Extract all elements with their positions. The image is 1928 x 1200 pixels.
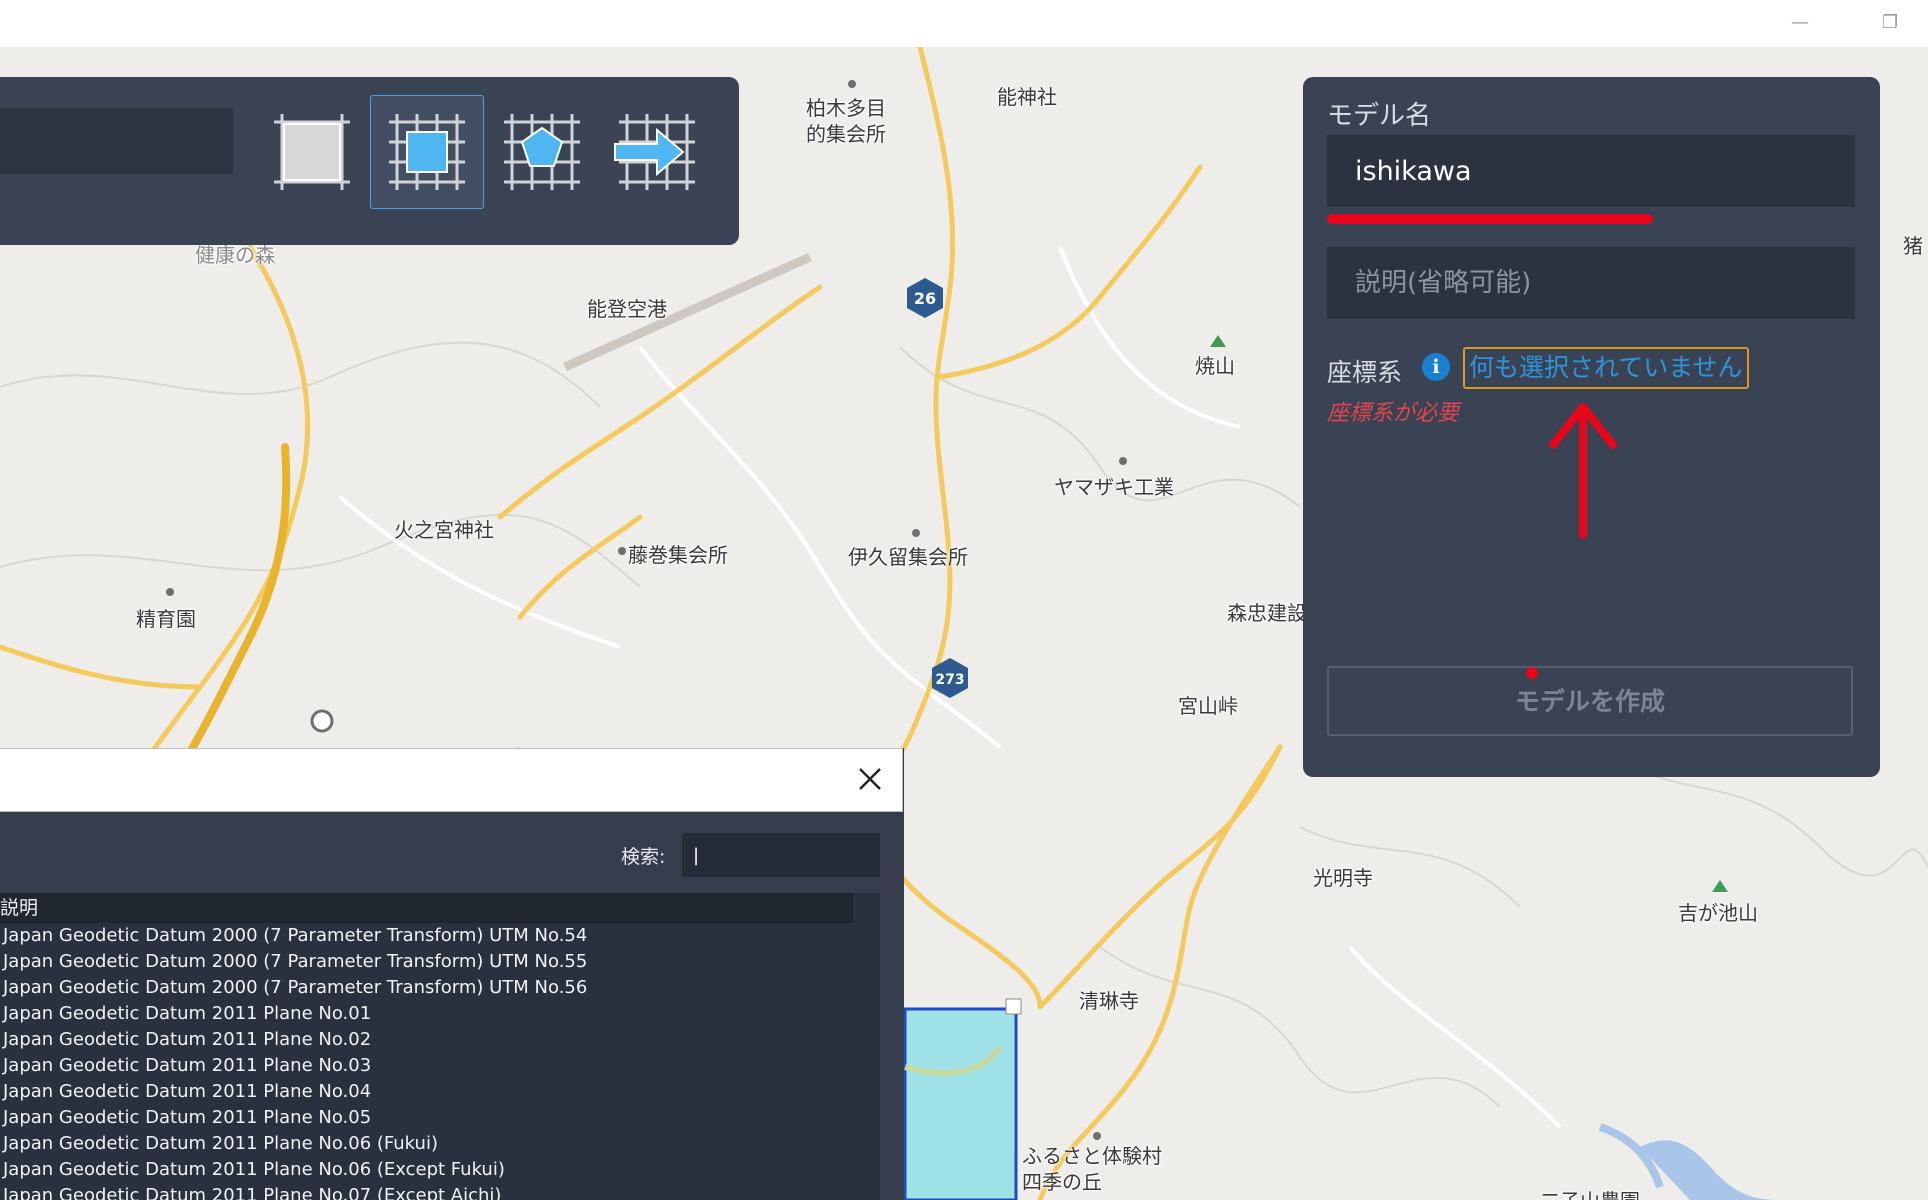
rectangle-select-icon [389,114,465,190]
minimize-button[interactable]: — [1780,8,1820,38]
polygon-select-icon [504,114,580,190]
map-label: 能神社 [997,85,1057,109]
svg-text:273: 273 [935,672,964,688]
list-item[interactable]: Japan Geodetic Datum 2011 Plane No.01 [0,1001,853,1027]
coordinate-system-label: 座標系 [1327,358,1403,387]
annotation-arrow-up-icon [1549,403,1617,539]
search-input[interactable] [682,833,880,877]
restore-window-button[interactable]: ❐ [1870,8,1910,38]
coordinate-system-rows: Japan Geodetic Datum 2000 (7 Parameter T… [0,923,853,1200]
model-name-input[interactable] [1327,135,1855,207]
list-item[interactable]: Japan Geodetic Datum 2011 Plane No.07 (E… [0,1183,853,1200]
create-model-button[interactable]: モデルを作成 [1327,666,1853,736]
map-label: 光明寺 [1313,866,1373,890]
list-item[interactable]: Japan Geodetic Datum 2011 Plane No.02 [0,1027,853,1053]
map-label: 森忠建設 [1227,601,1307,625]
full-extent-tool-button[interactable] [255,95,369,209]
window-title-bar: — ❐ [0,0,1928,47]
list-item[interactable]: Japan Geodetic Datum 2000 (7 Parameter T… [0,975,853,1001]
offset-tool-button[interactable] [600,95,714,209]
route-shield-26: 26 [907,278,943,318]
list-item[interactable]: Japan Geodetic Datum 2011 Plane No.03 [0,1053,853,1079]
map-label: ヤマザキ工業 [1054,475,1174,499]
map-label: 柏木多目 的集会所 [806,96,886,146]
polygon-tool-button[interactable] [485,95,599,209]
info-icon[interactable]: i [1422,353,1450,381]
create-model-panel: モデル名 座標系 i 何も選択されていません 座標系が必要 モデルを作成 [1303,77,1880,777]
map-label: 猪 [1903,234,1923,258]
list-item[interactable]: Japan Geodetic Datum 2000 (7 Parameter T… [0,949,853,975]
map-label: 藤巻集会所 [628,543,728,567]
coordinate-system-dialog: 検索: 説明 Japan Geodetic Datum 2000 (7 Para… [0,748,904,1200]
extent-name-field[interactable] [0,108,233,174]
coordinate-system-error: 座標系が必要 [1327,401,1460,426]
map-label: 二子山農園 [1540,1185,1640,1200]
arrow-grid-icon [614,114,695,190]
map-label: 伊久留集会所 [848,545,968,569]
list-item[interactable]: Japan Geodetic Datum 2011 Plane No.06 (E… [0,1157,853,1183]
route-shield-273: 273 [932,658,968,698]
search-label: 検索: [621,846,666,868]
map-label: 宮山峠 [1178,694,1238,718]
list-item[interactable]: Japan Geodetic Datum 2011 Plane No.05 [0,1105,853,1131]
model-description-input[interactable] [1327,247,1855,319]
close-icon[interactable] [854,763,886,795]
map-label: 焼山 [1195,354,1235,378]
coordinate-system-select-link[interactable]: 何も選択されていません [1463,347,1749,389]
dialog-header [0,748,903,812]
column-header-description[interactable]: 説明 [0,893,853,923]
map-label: 精育園 [136,607,196,631]
map-label: 清琳寺 [1079,989,1139,1013]
map-label: 火之宮神社 [394,518,494,542]
annotation-underline [1327,214,1653,224]
list-item[interactable]: Japan Geodetic Datum 2011 Plane No.06 (F… [0,1131,853,1157]
list-item[interactable]: Japan Geodetic Datum 2000 (7 Parameter T… [0,923,853,949]
model-name-label: モデル名 [1327,101,1432,131]
annotation-dot [1526,667,1538,679]
extent-tool-panel [0,77,739,245]
rectangle-tool-button[interactable] [370,95,484,209]
map-label: 吉が池山 [1678,901,1758,925]
svg-text:26: 26 [914,289,936,308]
coordinate-system-list[interactable]: 説明 Japan Geodetic Datum 2000 (7 Paramete… [0,893,880,1200]
full-extent-icon [274,114,350,190]
map-label: 能登空港 [587,297,667,321]
list-item[interactable]: Japan Geodetic Datum 2011 Plane No.04 [0,1079,853,1105]
map-label: ふるさと体験村 四季の丘 [1022,1144,1162,1194]
